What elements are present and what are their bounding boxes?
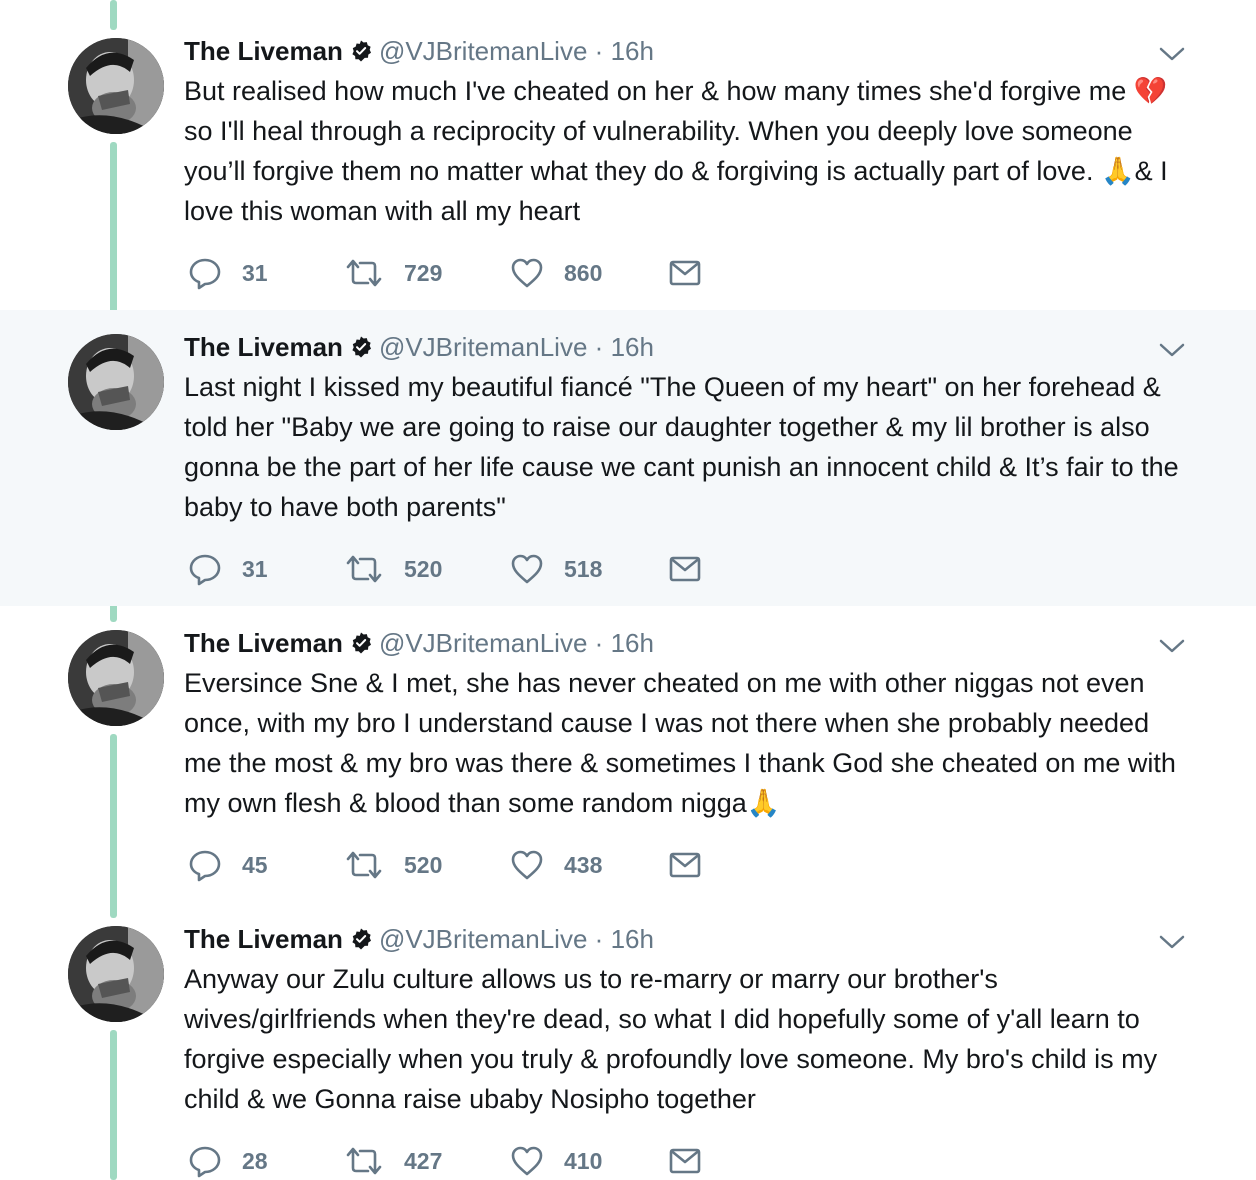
direct-message-button[interactable] [668, 551, 702, 587]
separator: · [594, 36, 604, 66]
tweet-actions: 28 427 410 [188, 1143, 748, 1179]
timestamp[interactable]: 16h [611, 628, 654, 658]
tweet-actions: 31 520 518 [188, 551, 748, 587]
tweet-header: The Liveman @VJBritemanLive · 16h [184, 923, 654, 955]
avatar[interactable] [68, 630, 164, 726]
author-name[interactable]: The Liveman [184, 36, 343, 66]
tweet-actions: 45 520 438 [188, 847, 748, 883]
avatar[interactable] [68, 926, 164, 1022]
envelope-icon [668, 256, 702, 290]
heart-icon [510, 848, 544, 882]
reply-count: 31 [242, 259, 268, 286]
chevron-down-icon[interactable] [1158, 932, 1186, 952]
reply-button[interactable]: 45 [188, 847, 268, 883]
reply-button[interactable]: 31 [188, 255, 268, 291]
envelope-icon [668, 1144, 702, 1178]
retweet-button[interactable]: 520 [344, 551, 442, 587]
author-handle[interactable]: @VJBritemanLive [379, 332, 587, 362]
tweet-header: The Liveman @VJBritemanLive · 16h [184, 35, 654, 67]
verified-badge-icon [349, 38, 373, 62]
reply-icon [188, 552, 222, 586]
tweet-header: The Liveman @VJBritemanLive · 16h [184, 331, 654, 363]
reply-button[interactable]: 28 [188, 1143, 268, 1179]
like-button[interactable]: 438 [510, 847, 602, 883]
heart-icon [510, 1144, 544, 1178]
author-name[interactable]: The Liveman [184, 332, 343, 362]
like-button[interactable]: 518 [510, 551, 602, 587]
like-count: 438 [564, 851, 603, 878]
timestamp[interactable]: 16h [611, 924, 654, 954]
heart-icon [510, 256, 544, 290]
retweet-button[interactable]: 520 [344, 847, 442, 883]
tweet-text: Eversince Sne & I met, she has never che… [184, 668, 1184, 818]
retweet-count: 520 [404, 555, 443, 582]
retweet-icon [344, 848, 384, 882]
chevron-down-icon[interactable] [1158, 340, 1186, 360]
separator: · [594, 628, 604, 658]
tweet-text: But realised how much I've cheated on he… [184, 76, 1176, 226]
reply-button[interactable]: 31 [188, 551, 268, 587]
avatar[interactable] [68, 38, 164, 134]
tweet-header: The Liveman @VJBritemanLive · 16h [184, 627, 654, 659]
tweet[interactable]: The Liveman @VJBritemanLive · 16h Eversinc… [0, 606, 1256, 902]
retweet-button[interactable]: 729 [344, 255, 442, 291]
author-name[interactable]: The Liveman [184, 628, 343, 658]
envelope-icon [668, 552, 702, 586]
retweet-icon [344, 1144, 384, 1178]
reply-count: 45 [242, 851, 268, 878]
tweet-actions: 31 729 860 [188, 255, 748, 291]
author-handle[interactable]: @VJBritemanLive [379, 628, 587, 658]
chevron-down-icon[interactable] [1158, 636, 1186, 656]
verified-badge-icon [349, 334, 373, 358]
envelope-icon [668, 848, 702, 882]
retweet-button[interactable]: 427 [344, 1143, 442, 1179]
tweet-text: Anyway our Zulu culture allows us to re-… [184, 964, 1165, 1114]
tweet[interactable]: The Liveman @VJBritemanLive · 16h But real… [0, 14, 1256, 310]
retweet-icon [344, 552, 384, 586]
timestamp[interactable]: 16h [611, 36, 654, 66]
like-button[interactable]: 410 [510, 1143, 602, 1179]
direct-message-button[interactable] [668, 255, 702, 291]
author-name[interactable]: The Liveman [184, 924, 343, 954]
like-button[interactable]: 860 [510, 255, 602, 291]
retweet-icon [344, 256, 384, 290]
verified-badge-icon [349, 630, 373, 654]
author-handle[interactable]: @VJBritemanLive [379, 36, 587, 66]
tweet[interactable]: The Liveman @VJBritemanLive · 16h Anyway o… [0, 902, 1256, 1180]
reply-count: 28 [242, 1147, 268, 1174]
reply-count: 31 [242, 555, 268, 582]
direct-message-button[interactable] [668, 1143, 702, 1179]
author-handle[interactable]: @VJBritemanLive [379, 924, 587, 954]
retweet-count: 520 [404, 851, 443, 878]
timestamp[interactable]: 16h [611, 332, 654, 362]
tweet[interactable]: The Liveman @VJBritemanLive · 16h Last nig… [0, 310, 1256, 606]
like-count: 518 [564, 555, 603, 582]
heart-icon [510, 552, 544, 586]
reply-icon [188, 1144, 222, 1178]
separator: · [594, 332, 604, 362]
avatar[interactable] [68, 334, 164, 430]
separator: · [594, 924, 604, 954]
like-count: 410 [564, 1147, 603, 1174]
direct-message-button[interactable] [668, 847, 702, 883]
retweet-count: 427 [404, 1147, 443, 1174]
like-count: 860 [564, 259, 603, 286]
chevron-down-icon[interactable] [1158, 44, 1186, 64]
reply-icon [188, 848, 222, 882]
retweet-count: 729 [404, 259, 443, 286]
tweet-text: Last night I kissed my beautiful fiancé … [184, 372, 1187, 522]
reply-icon [188, 256, 222, 290]
verified-badge-icon [349, 926, 373, 950]
